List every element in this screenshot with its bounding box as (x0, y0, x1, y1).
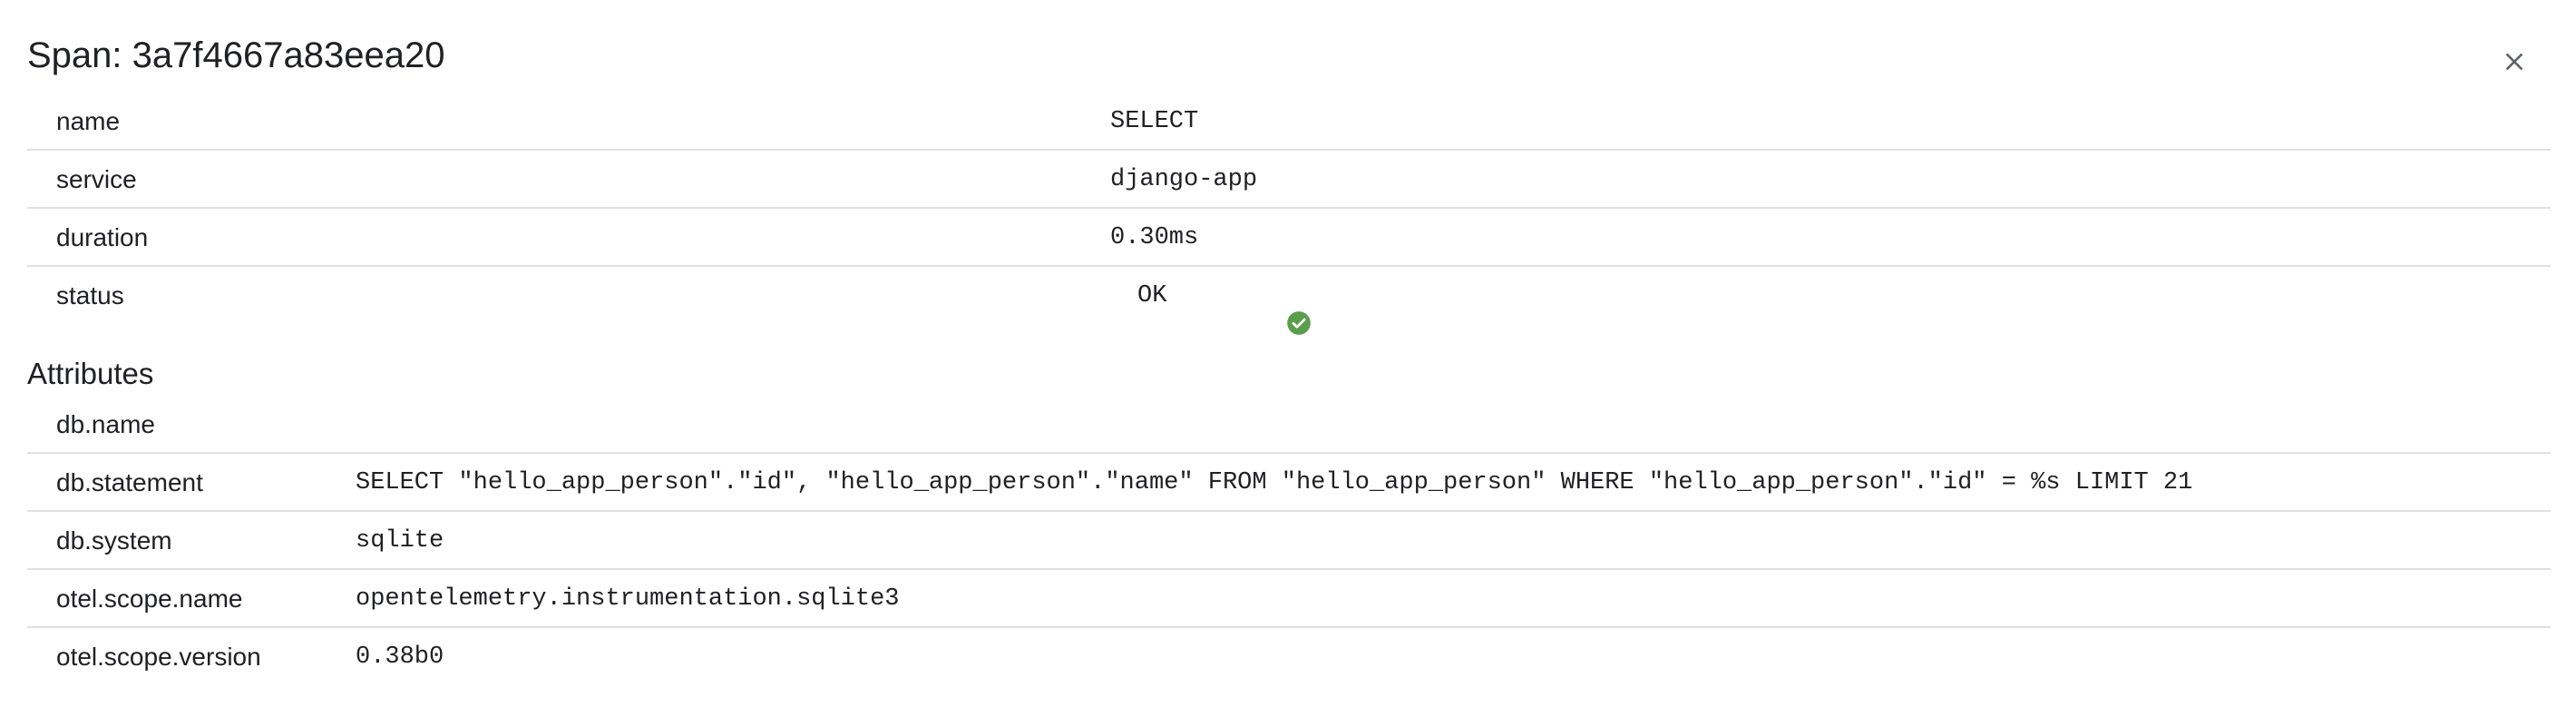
attribute-key: db.statement (56, 468, 203, 496)
attribute-value: 0.38b0 (356, 643, 444, 671)
span-value: 0.30ms (1110, 224, 1199, 251)
close-icon (2500, 47, 2529, 76)
attributes-heading: Attributes (27, 357, 154, 390)
attribute-value: sqlite (356, 527, 444, 555)
status-badge: OK (1110, 282, 1312, 335)
span-key: duration (56, 223, 149, 251)
attribute-row-db-name: db.name (27, 396, 2551, 454)
attribute-key: db.name (56, 410, 155, 438)
span-detail-dialog: Span: 3a7f4667a83eea20 name SELECT servi… (0, 0, 2576, 717)
span-value: SELECT (1110, 108, 1199, 135)
attribute-key: otel.scope.version (56, 643, 261, 671)
attribute-row-db-system: db.system sqlite (27, 512, 2551, 570)
span-key: status (56, 281, 124, 309)
attribute-key: db.system (56, 526, 172, 555)
attribute-value: SELECT "hello_app_person"."id", "hello_a… (356, 469, 2193, 496)
span-status-value: OK (1110, 267, 1312, 335)
attribute-key: otel.scope.name (56, 584, 243, 613)
close-button[interactable] (2491, 38, 2538, 85)
span-key: name (56, 107, 121, 135)
attribute-row-otel-scope-version: otel.scope.version 0.38b0 (27, 628, 2551, 686)
check-circle-icon (1110, 283, 1312, 335)
span-key: service (56, 165, 137, 193)
span-table: name SELECT service django-app duration … (27, 93, 2551, 335)
span-row-service: service django-app (27, 151, 2551, 209)
span-value: django-app (1110, 166, 1258, 193)
status-text: OK (1137, 282, 1167, 309)
span-row-status: status OK (27, 267, 2551, 335)
dialog-title: Span: 3a7f4667a83eea20 (27, 35, 445, 75)
span-row-duration: duration 0.30ms (27, 209, 2551, 267)
attribute-value: opentelemetry.instrumentation.sqlite3 (356, 585, 900, 613)
attribute-row-db-statement: db.statement SELECT "hello_app_person"."… (27, 454, 2551, 512)
attribute-row-otel-scope-name: otel.scope.name opentelemetry.instrument… (27, 570, 2551, 628)
span-row-name: name SELECT (27, 93, 2551, 151)
attributes-table: db.name db.statement SELECT "hello_app_p… (27, 396, 2551, 686)
